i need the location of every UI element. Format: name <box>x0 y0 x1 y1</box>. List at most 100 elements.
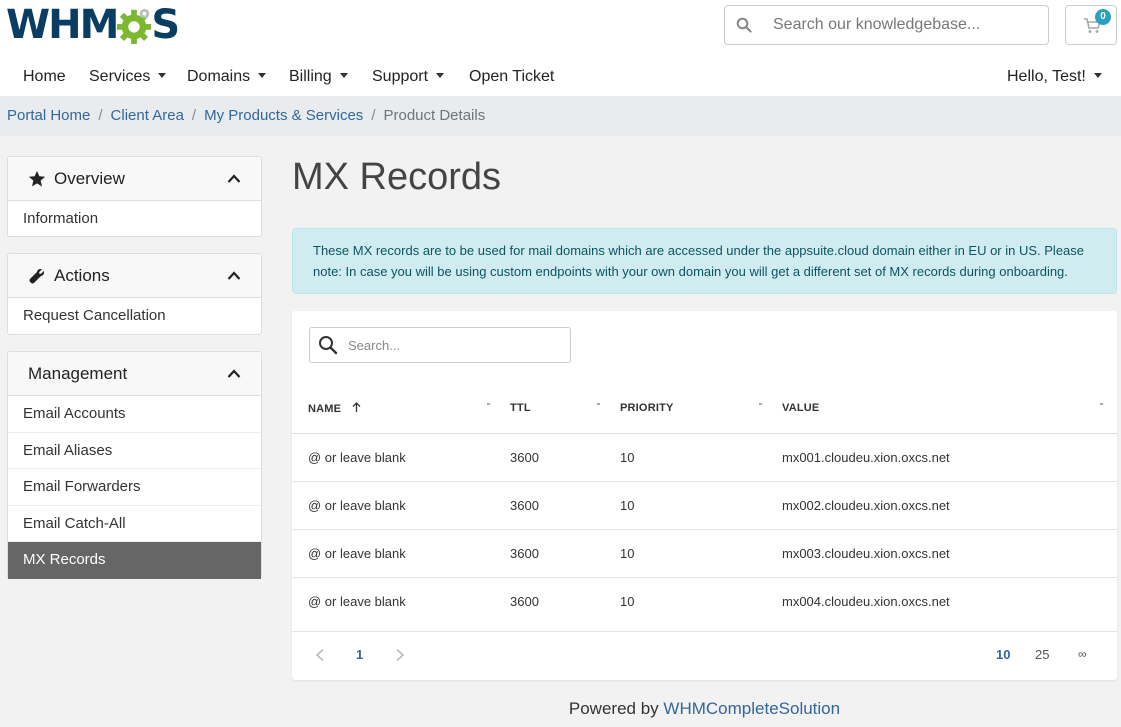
sidebar-item-information[interactable]: Information <box>8 201 261 238</box>
column-header-ttl-label: TTL <box>510 402 531 414</box>
sidebar-item-mx-records[interactable]: MX Records <box>8 542 261 579</box>
nav-open-ticket-label: Open Ticket <box>469 68 555 85</box>
cart-count-badge: 0 <box>1095 9 1111 25</box>
breadcrumb-products[interactable]: My Products & Services <box>204 107 363 124</box>
nav-open-ticket[interactable]: Open Ticket <box>469 62 554 92</box>
page-size-10[interactable]: 10 <box>996 647 1010 662</box>
nav-billing-label: Billing <box>289 68 332 85</box>
nav-support[interactable]: Support <box>372 62 445 92</box>
nav-domains-label: Domains <box>187 68 251 85</box>
caret-down-icon <box>436 73 445 79</box>
cell-name: @ or leave blank <box>308 450 406 465</box>
nav-billing[interactable]: Billing <box>289 62 348 92</box>
management-panel-header[interactable]: Management <box>8 352 261 396</box>
table-search-input[interactable] <box>348 328 563 362</box>
breadcrumb-separator: / <box>191 107 197 124</box>
nav-user-label: Hello, Test! <box>1007 68 1086 85</box>
footer-link[interactable]: WHMCompleteSolution <box>663 699 840 718</box>
search-icon <box>319 336 338 355</box>
column-header-value[interactable]: VALUE <box>782 402 819 414</box>
table-search[interactable] <box>309 327 571 363</box>
sidebar-item-email-forwarders[interactable]: Email Forwarders <box>8 469 261 506</box>
page-size-all[interactable]: ∞ <box>1078 647 1087 661</box>
actions-panel-title: Actions <box>54 266 110 285</box>
sidebar-item-email-catch-all[interactable]: Email Catch-All <box>8 506 261 542</box>
breadcrumb-separator: / <box>371 107 376 124</box>
overview-panel-title: Overview <box>54 169 125 188</box>
mx-records-table: NAME TTL PRIORITY VALUE @ or leave blank… <box>292 311 1117 680</box>
table-row: @ or leave blank 3600 10 mx003.cloudeu.x… <box>292 530 1117 578</box>
nav-support-label: Support <box>372 68 429 85</box>
cell-priority: 10 <box>620 498 635 513</box>
sort-ascending-icon <box>353 402 361 412</box>
sidebar-item-email-accounts[interactable]: Email Accounts <box>8 396 261 433</box>
footer: Powered by WHMCompleteSolution <box>0 699 1121 719</box>
cell-ttl: 3600 <box>510 450 539 465</box>
nav-home-label: Home <box>23 68 66 85</box>
footer-prefix: Powered by <box>568 699 659 718</box>
knowledgebase-search-input[interactable] <box>773 6 1043 44</box>
breadcrumb-client-area[interactable]: Client Area <box>111 107 184 124</box>
nav-services[interactable]: Services <box>89 62 167 92</box>
cell-priority: 10 <box>620 594 635 609</box>
cell-value: mx003.cloudeu.xion.oxcs.net <box>782 546 950 561</box>
nav-home[interactable]: Home <box>23 62 66 92</box>
breadcrumb: Portal Home / Client Area / My Products & Se… <box>0 96 1121 136</box>
actions-panel-header[interactable]: Actions <box>8 254 261 298</box>
column-header-ttl[interactable]: TTL <box>510 402 531 414</box>
page-size-25[interactable]: 25 <box>1035 647 1049 662</box>
table-row: @ or leave blank 3600 10 mx001.cloudeu.x… <box>292 434 1117 482</box>
wrench-icon <box>29 268 45 284</box>
table-row: @ or leave blank 3600 10 mx004.cloudeu.x… <box>292 578 1117 632</box>
site-header: WHM S Search our knowledgebase... 0 Home… <box>0 0 1121 96</box>
cell-ttl: 3600 <box>510 594 539 609</box>
cell-ttl: 3600 <box>510 546 539 561</box>
chevron-right-icon[interactable] <box>394 648 406 662</box>
whmcs-logo[interactable]: WHM S <box>6 2 180 48</box>
column-header-value-label: VALUE <box>782 402 820 414</box>
nav-domains[interactable]: Domains <box>187 62 267 92</box>
knowledgebase-search[interactable] <box>724 5 1049 45</box>
cell-value: mx004.cloudeu.xion.oxcs.net <box>782 594 950 609</box>
sidebar-item-email-aliases[interactable]: Email Aliases <box>8 433 261 469</box>
actions-panel: Actions Request Cancellation <box>7 253 262 335</box>
column-header-name[interactable]: NAME <box>308 402 361 415</box>
chevron-up-icon <box>227 369 241 378</box>
breadcrumb-separator: / <box>98 107 103 124</box>
table-row: @ or leave blank 3600 10 mx002.cloudeu.x… <box>292 482 1117 530</box>
nav-services-label: Services <box>89 68 151 85</box>
logo-text-end: S <box>151 2 180 48</box>
overview-panel-header[interactable]: Overview <box>8 157 261 201</box>
chevron-up-icon <box>227 174 241 183</box>
nav-user-menu[interactable]: Hello, Test! <box>1007 62 1102 92</box>
cell-name: @ or leave blank <box>308 498 406 513</box>
cell-priority: 10 <box>620 450 635 465</box>
search-icon <box>736 17 752 33</box>
sort-indicator-icon <box>487 403 490 405</box>
main-nav: Home Services Domains Billing Support Op… <box>0 62 1121 92</box>
chevron-left-icon[interactable] <box>314 648 326 662</box>
cell-priority: 10 <box>620 546 635 561</box>
sort-indicator-icon <box>1100 403 1103 405</box>
star-icon <box>28 170 46 187</box>
breadcrumb-portal-home[interactable]: Portal Home <box>7 107 90 124</box>
management-panel-title: Management <box>28 364 128 383</box>
column-header-priority-label: PRIORITY <box>620 402 674 414</box>
page-title: MX Records <box>292 156 502 198</box>
cell-name: @ or leave blank <box>308 546 406 561</box>
gear-logo-icon <box>117 8 152 44</box>
overview-panel: Overview Information <box>7 156 262 237</box>
pagination-page-1[interactable]: 1 <box>356 647 363 662</box>
sidebar-item-request-cancellation[interactable]: Request Cancellation <box>8 298 261 335</box>
cart-button[interactable]: 0 <box>1065 5 1117 45</box>
chevron-up-icon <box>227 271 241 280</box>
cell-value: mx002.cloudeu.xion.oxcs.net <box>782 498 950 513</box>
management-panel: Management Email Accounts Email Aliases … <box>7 351 262 579</box>
caret-down-icon <box>339 73 348 79</box>
caret-down-icon <box>158 73 167 79</box>
caret-down-icon <box>1093 73 1102 79</box>
column-header-priority[interactable]: PRIORITY <box>620 402 674 414</box>
column-header-name-label: NAME <box>308 403 342 415</box>
cell-value: mx001.cloudeu.xion.oxcs.net <box>782 450 950 465</box>
caret-down-icon <box>258 73 267 79</box>
